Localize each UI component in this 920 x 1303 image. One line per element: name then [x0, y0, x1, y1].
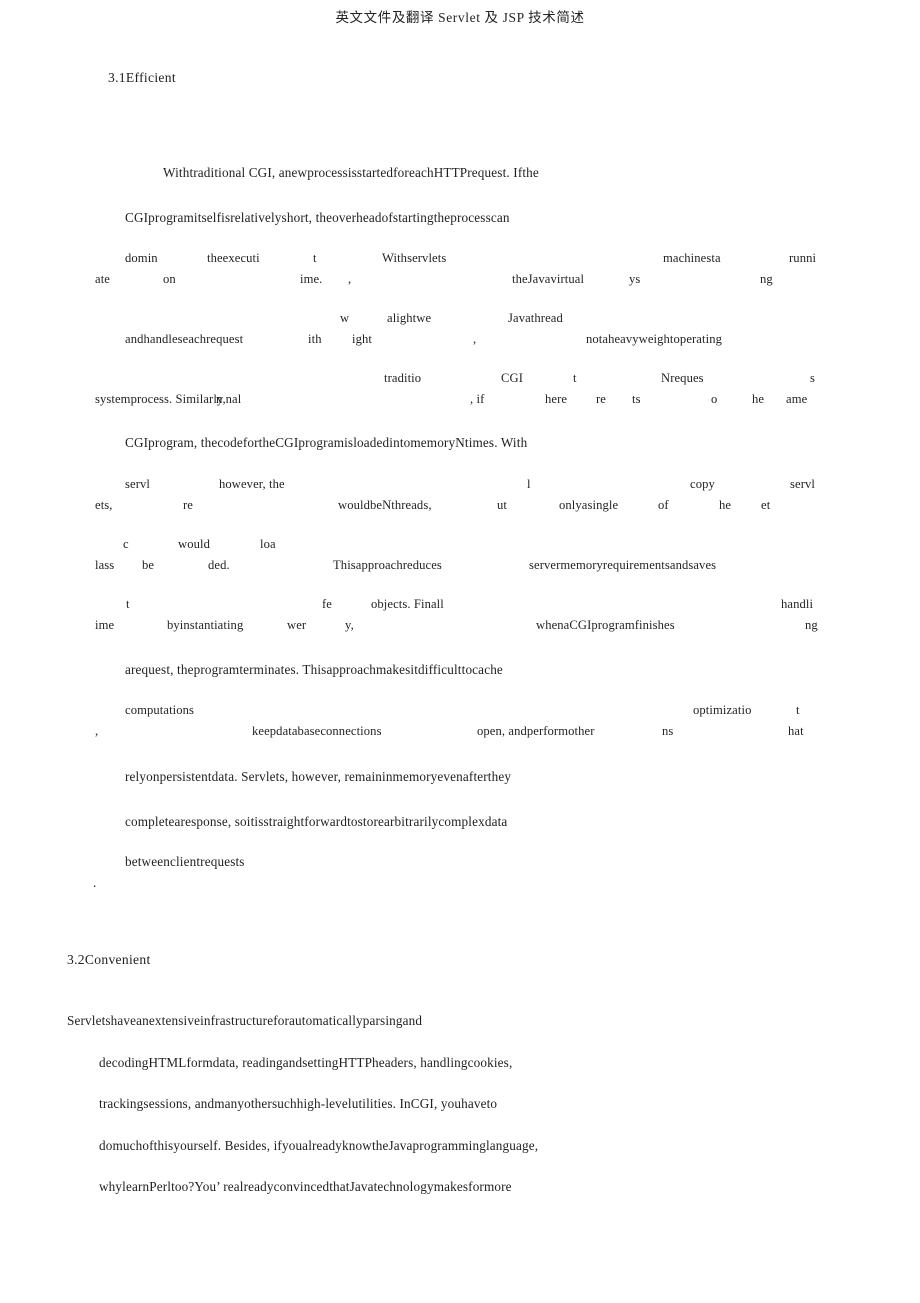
fragment-bottom: byinstantiating [167, 618, 244, 632]
fragment-top: w [340, 311, 350, 325]
body-line-1: Withtraditional CGI, anewprocessisstarte… [163, 165, 539, 180]
body-line-10: decodingHTMLformdata, readingandsettingH… [99, 1055, 513, 1070]
fragment-bottom: whenaCGIprogramfinishes [536, 618, 675, 632]
fragment-bottom: , [348, 272, 352, 286]
fragment-bottom: systemprocess. Similarly, [95, 392, 226, 406]
fragment-bottom: ime. [300, 272, 323, 286]
fragment-top: Nreques [661, 371, 704, 385]
fragment-top: t [126, 597, 130, 611]
fragment-bottom: wouldbeNthreads, [338, 498, 432, 512]
fragment-bottom: ns [662, 724, 674, 738]
body-line-4: arequest, theprogramterminates. Thisappr… [125, 662, 503, 677]
fragment-bottom: servermemoryrequirementsandsaves [529, 558, 717, 572]
section-heading-3-1: 3.1Efficient [108, 70, 176, 85]
fragment-top: loa [260, 537, 276, 551]
fragment-bottom: on [163, 272, 176, 286]
fragment-top: l [527, 477, 531, 491]
fragment-bottom: andhandleseachrequest [125, 332, 244, 346]
fragment-top: handli [781, 597, 814, 611]
fragment-top: Javathread [508, 311, 563, 325]
fragment-top: objects. Finall [371, 597, 444, 611]
body-line-2: CGIprogramitselfisrelativelyshort, theov… [125, 210, 510, 225]
fragment-bottom: re [596, 392, 606, 406]
section-heading-3-2: 3.2Convenient [67, 952, 151, 967]
body-line-13: whylearnPerltoo?You’ realreadyconvincedt… [99, 1179, 512, 1194]
fragment-bottom: Thisapproachreduces [333, 558, 442, 572]
fragment-bottom: of [658, 498, 669, 512]
fragment-top: servl [790, 477, 815, 491]
fragment-bottom: ut [497, 498, 507, 512]
document-page: 英文文件及翻译 Servlet 及 JSP 技术简述 3.1Efficient … [0, 0, 920, 1303]
fragment-bottom: theJavavirtual [512, 272, 585, 286]
fragment-bottom: ys [629, 272, 641, 286]
fragment-bottom: n nal [216, 392, 242, 406]
fragment-bottom: , [95, 724, 99, 738]
fragment-top: servl [125, 477, 150, 491]
fragment-bottom: re [183, 498, 193, 512]
body-line-3: CGIprogram, thecodefortheCGIprogramisloa… [125, 435, 528, 450]
fragment-bottom: ate [95, 272, 110, 286]
fragment-top: c [123, 537, 129, 551]
fragment-bottom: be [142, 558, 155, 572]
fragment-bottom: notaheavyweightoperating [586, 332, 722, 346]
fragment-top: machinesta [663, 251, 721, 265]
body-line-6: completearesponse, soitisstraightforward… [125, 814, 508, 829]
fragment-top: t [796, 703, 800, 717]
fragment-bottom: here [545, 392, 568, 406]
fragment-bottom: ight [352, 332, 372, 346]
fragment-top: however, the [219, 477, 285, 491]
fragment-bottom: et [761, 498, 771, 512]
fragment-bottom: ets, [95, 498, 113, 512]
fragment-bottom: hat [788, 724, 804, 738]
fragment-top: Withservlets [382, 251, 447, 265]
fragment-top: fe [322, 597, 332, 611]
body-line-12: domuchofthisyourself. Besides, ifyoualre… [99, 1138, 539, 1153]
body-line-11: trackingsessions, andmanyothersuchhigh-l… [99, 1096, 498, 1111]
fragment-top: s [810, 371, 816, 385]
fragment-top: computations [125, 703, 195, 717]
fragment-bottom: lass [95, 558, 115, 572]
fragment-top: runni [789, 251, 817, 265]
fragment-bottom: ith [308, 332, 322, 346]
fragment-bottom: ng [805, 618, 818, 632]
fragment-bottom: , [473, 332, 477, 346]
body-line-8-period: . [93, 875, 97, 890]
fragment-bottom: ime [95, 618, 115, 632]
fragment-bottom: ts [632, 392, 641, 406]
fragment-top: t [313, 251, 317, 265]
fragment-bottom: o [711, 392, 718, 406]
fragment-top: alightwe [387, 311, 432, 325]
fragment-bottom: keepdatabaseconnections [252, 724, 382, 738]
fragment-bottom: onlyasingle [559, 498, 619, 512]
fragment-bottom: he [752, 392, 765, 406]
fragment-top: traditio [384, 371, 422, 385]
fragment-bottom: , if [470, 392, 485, 406]
body-line-5: relyonpersistentdata. Servlets, however,… [125, 769, 512, 784]
fragment-top: would [178, 537, 210, 551]
fragment-bottom: wer [287, 618, 307, 632]
fragment-bottom: he [719, 498, 732, 512]
fragment-top: copy [690, 477, 715, 491]
fragment-top: optimizatio [693, 703, 752, 717]
fragment-top: theexecuti [207, 251, 260, 265]
fragment-top: CGI [501, 371, 523, 385]
fragment-bottom: ame [786, 392, 808, 406]
body-line-9: Servletshaveanextensiveinfrastructurefor… [67, 1013, 423, 1028]
fragment-bottom: ng [760, 272, 773, 286]
fragment-bottom: ded. [208, 558, 230, 572]
fragment-top: t [573, 371, 577, 385]
fragment-bottom: y, [345, 618, 354, 632]
fragment-top: domin [125, 251, 158, 265]
body-line-7: betweenclientrequests [125, 854, 245, 869]
fragment-bottom: open, andperformother [477, 724, 595, 738]
document-header-title: 英文文件及翻译 Servlet 及 JSP 技术简述 [335, 10, 585, 25]
